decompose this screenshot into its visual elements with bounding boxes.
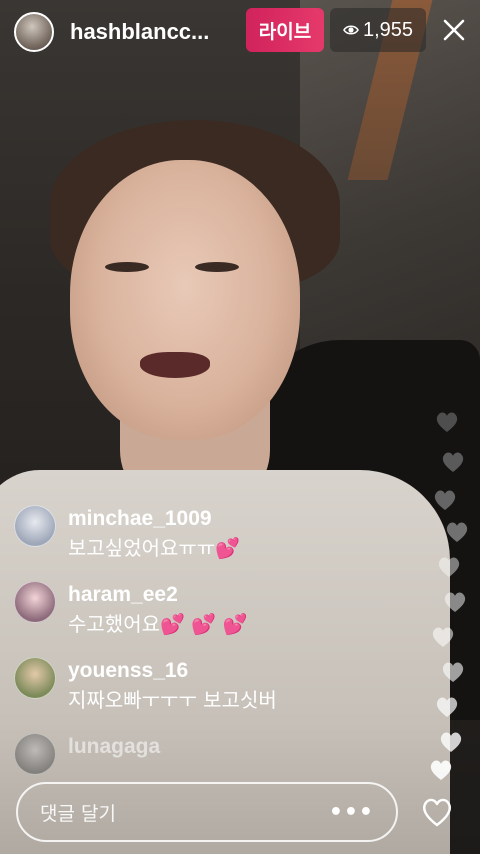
eye-icon <box>343 25 359 35</box>
heart-icon <box>444 592 466 612</box>
commenter-username[interactable]: youenss_16 <box>68 657 344 685</box>
commenter-avatar[interactable] <box>14 581 56 623</box>
person-mouth <box>140 352 210 378</box>
broadcaster-avatar[interactable] <box>14 12 54 52</box>
commenter-avatar[interactable] <box>14 505 56 547</box>
heart-icon <box>438 557 460 577</box>
comment-emoji: 💕 💕 💕 <box>160 612 248 636</box>
close-icon <box>443 19 465 41</box>
comment-item[interactable]: minchae_1009 보고싶었어요ㅠㅠ💕 <box>14 505 344 581</box>
person-eye-right <box>195 262 239 272</box>
heart-icon <box>446 522 468 542</box>
close-button[interactable] <box>436 12 472 48</box>
commenter-username[interactable]: haram_ee2 <box>68 581 344 609</box>
viewer-count-value: 1,955 <box>362 18 414 41</box>
heart-outline-icon[interactable] <box>420 796 454 828</box>
comment-item[interactable]: lunagaga <box>14 733 344 775</box>
floating-hearts <box>420 410 480 790</box>
comment-item[interactable]: youenss_16 지짜오빠ㅜㅜㅜ 보고싯버 <box>14 657 344 733</box>
commenter-avatar[interactable] <box>14 657 56 699</box>
live-badge: 라이브 <box>246 8 324 52</box>
heart-icon <box>440 732 462 752</box>
comment-body: 수고했어요 <box>68 612 160 636</box>
heart-icon <box>432 627 454 647</box>
comment-input-placeholder[interactable]: 댓글 달기 <box>40 799 329 826</box>
more-options-button[interactable]: ••• <box>329 800 374 825</box>
broadcaster-username[interactable]: hashblancc... <box>70 19 230 45</box>
heart-icon <box>436 697 458 717</box>
heart-icon <box>434 490 456 510</box>
comment-text: 지짜오빠ㅜㅜㅜ 보고싯버 <box>68 688 277 712</box>
comment-text: 보고싶었어요ㅠㅠ💕 <box>68 533 344 563</box>
commenter-avatar[interactable] <box>14 733 56 775</box>
comment-feed: minchae_1009 보고싶었어요ㅠㅠ💕 haram_ee2 수고했어요💕 … <box>14 505 344 775</box>
heart-icon <box>436 412 458 432</box>
comment-input[interactable]: 댓글 달기 ••• <box>16 782 398 842</box>
comment-text: 수고했어요💕 💕 💕 <box>68 609 344 639</box>
comment-emoji: 💕 <box>215 536 241 560</box>
heart-icon <box>430 760 452 780</box>
commenter-username[interactable]: minchae_1009 <box>68 505 344 533</box>
viewer-count[interactable]: 1,955 <box>330 8 426 52</box>
heart-icon <box>442 452 464 472</box>
person-eye-left <box>105 262 149 272</box>
heart-icon <box>442 662 464 682</box>
person-face <box>70 160 300 440</box>
comment-body: 보고싶었어요ㅠㅠ <box>68 536 216 560</box>
commenter-username[interactable]: lunagaga <box>68 733 344 761</box>
comment-item[interactable]: haram_ee2 수고했어요💕 💕 💕 <box>14 581 344 657</box>
